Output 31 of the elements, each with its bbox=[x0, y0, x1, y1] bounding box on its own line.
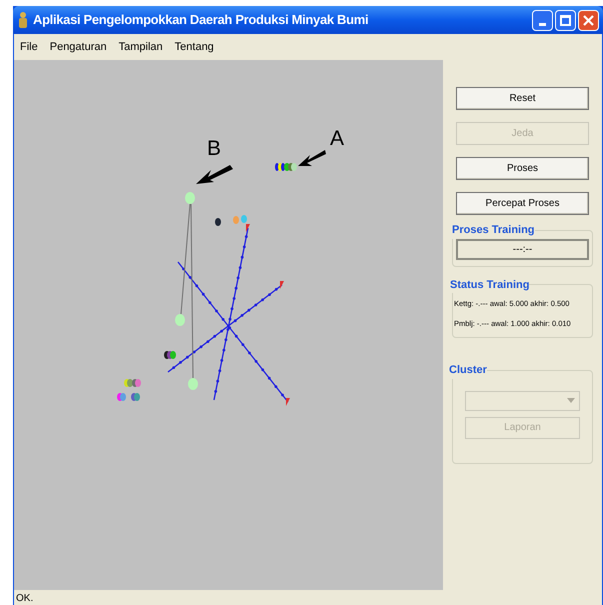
close-icon bbox=[583, 14, 594, 26]
maximize-icon bbox=[560, 14, 571, 26]
minimize-button[interactable] bbox=[532, 10, 553, 30]
group-title: Proses Training bbox=[452, 223, 535, 238]
data-point bbox=[215, 218, 221, 226]
maximize-button[interactable] bbox=[555, 10, 576, 30]
status-text: OK. bbox=[15, 592, 34, 605]
action-button[interactable]: Proses bbox=[456, 157, 589, 180]
point-label: B bbox=[207, 137, 222, 160]
app-icon bbox=[17, 11, 29, 29]
menu-item[interactable]: Tampilan bbox=[118, 38, 163, 56]
menu-item[interactable]: Tentang bbox=[174, 38, 214, 56]
action-button[interactable]: Percepat Proses bbox=[456, 192, 589, 215]
node-point bbox=[188, 378, 198, 390]
menu-item[interactable]: Pengaturan bbox=[50, 38, 107, 56]
node-point bbox=[185, 192, 195, 204]
action-button[interactable]: Reset bbox=[456, 87, 589, 110]
progress-field: ---:-- bbox=[456, 238, 589, 260]
node-point bbox=[175, 314, 185, 326]
minimize-icon bbox=[539, 22, 546, 26]
dropdown-arrow-icon bbox=[567, 398, 575, 403]
menu-item[interactable]: File bbox=[20, 38, 38, 56]
group-title: Status Training bbox=[450, 278, 530, 292]
group-title: Cluster bbox=[449, 363, 487, 378]
arrow-icon bbox=[196, 165, 233, 184]
point-label: A bbox=[330, 127, 344, 150]
data-point bbox=[241, 215, 247, 223]
data-point bbox=[233, 216, 239, 224]
window-title: Aplikasi Pengelompokkan Daerah Produksi Minyak Bumi bbox=[33, 11, 368, 30]
close-button[interactable] bbox=[578, 10, 599, 30]
arrow-icon bbox=[298, 150, 326, 166]
